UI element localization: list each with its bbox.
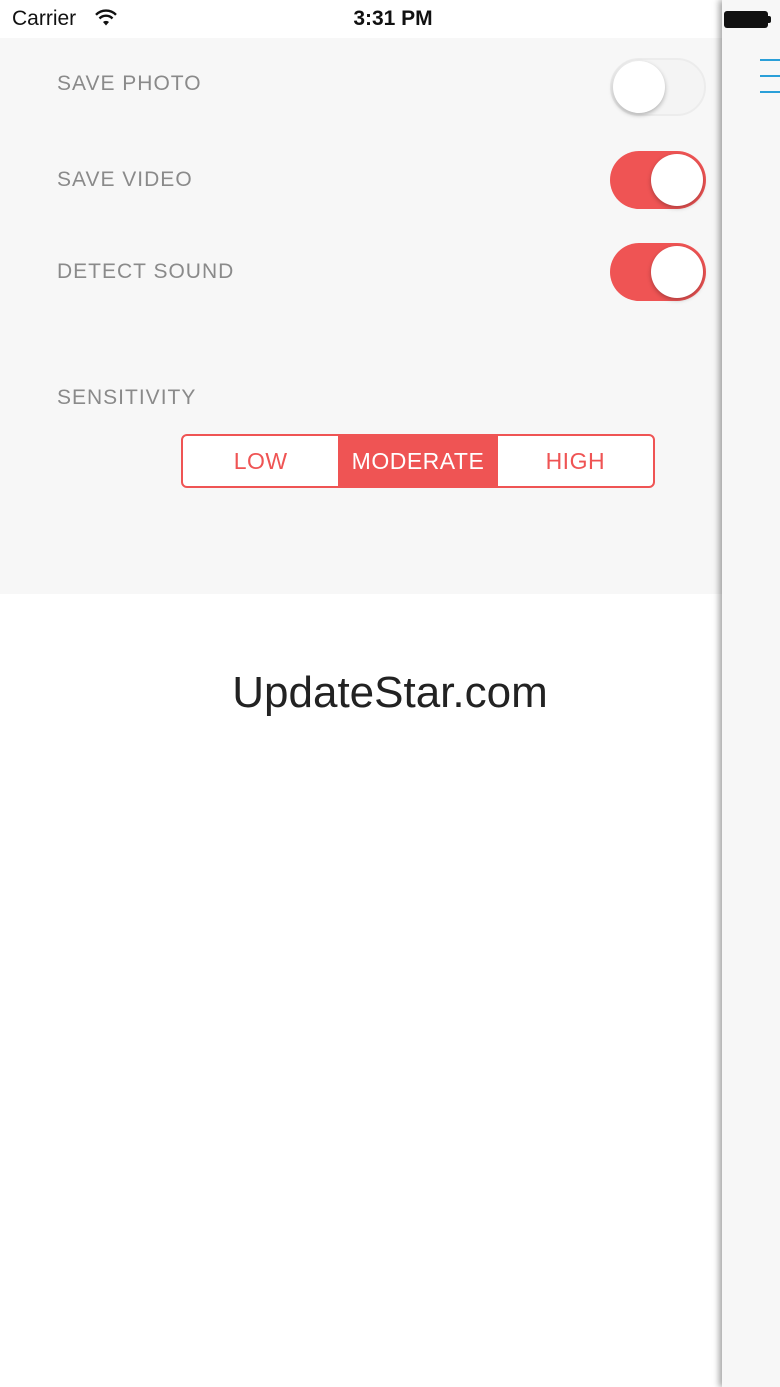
toggle-knob	[651, 246, 703, 298]
toggle-knob	[651, 154, 703, 206]
toggle-knob	[613, 61, 665, 113]
status-bar: Carrier 3:31 PM	[0, 0, 722, 38]
battery-tip	[768, 16, 771, 23]
save-video-label: SAVE VIDEO	[57, 168, 193, 191]
right-drawer	[722, 0, 780, 1387]
battery-icon	[724, 11, 768, 28]
status-time: 3:31 PM	[353, 7, 433, 30]
watermark-text: UpdateStar.com	[232, 668, 548, 717]
hamburger-menu-icon[interactable]	[760, 59, 780, 95]
sensitivity-segmented-control: LOW MODERATE HIGH	[181, 434, 655, 488]
detect-sound-toggle[interactable]	[610, 243, 706, 301]
sensitivity-option-high[interactable]: HIGH	[495, 436, 653, 486]
save-photo-toggle[interactable]	[610, 58, 706, 116]
save-photo-label: SAVE PHOTO	[57, 72, 202, 95]
sensitivity-label: SENSITIVITY	[57, 386, 197, 409]
save-video-toggle[interactable]	[610, 151, 706, 209]
detect-sound-label: DETECT SOUND	[57, 260, 235, 283]
sensitivity-option-moderate[interactable]: MODERATE	[338, 436, 496, 486]
settings-panel: SAVE PHOTO SAVE VIDEO DETECT SOUND SENSI…	[0, 38, 722, 594]
sensitivity-option-low[interactable]: LOW	[183, 436, 338, 486]
